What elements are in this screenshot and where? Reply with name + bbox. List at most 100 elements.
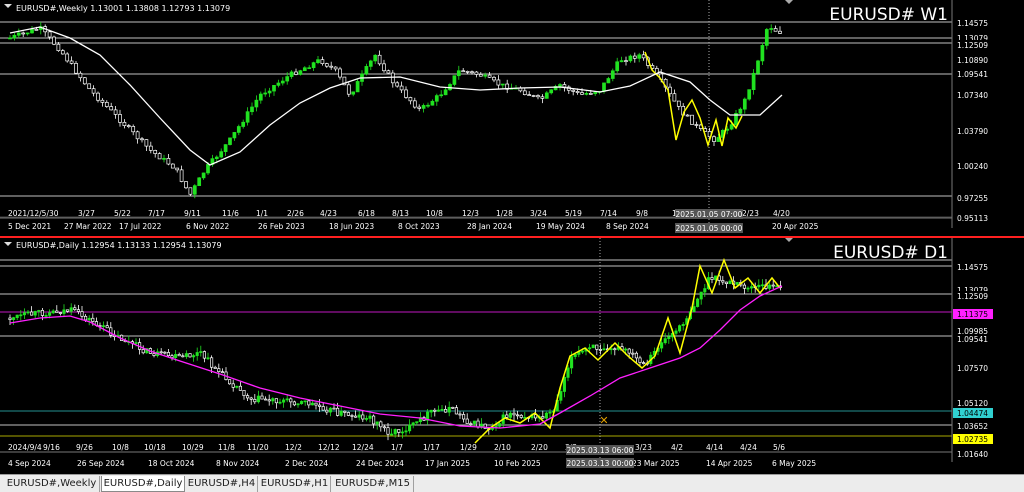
candlestick-body [627, 348, 631, 354]
candlestick-body [76, 309, 80, 312]
candlestick-body [500, 83, 505, 86]
candlestick-body [74, 63, 78, 74]
candlestick-body [276, 82, 281, 86]
time-axis-label: 19 May 2024 [536, 222, 585, 231]
time-axis-label: 28 Jan 2024 [467, 222, 512, 231]
candlestick-body [674, 330, 678, 334]
candlestick-body [192, 185, 197, 195]
candlestick-body [258, 93, 263, 101]
daily-chart-panel[interactable]: ✕ EURUSD#,Daily 1.12954 1.13133 1.12954 … [0, 238, 1024, 474]
candlestick-body [285, 398, 289, 401]
tab-eurusd-m15[interactable]: EURUSD#,M15 [332, 476, 414, 492]
candlestick-body [390, 72, 395, 84]
date-scale-label: 2024/9/4 [8, 443, 42, 452]
candlestick-body [696, 298, 700, 307]
tab-eurusd-weekly[interactable]: EURUSD#,Weekly [4, 476, 100, 492]
candlestick-body [289, 71, 294, 77]
candlestick-body [472, 420, 476, 424]
candlestick-body [540, 96, 545, 99]
candlestick-body [292, 401, 296, 406]
date-scale-label: 2/10 [494, 443, 511, 452]
candlestick-body [253, 398, 257, 403]
candlestick-body [508, 412, 512, 418]
time-axis-label: 20 Apr 2025 [772, 222, 819, 231]
date-scale-label: 11/8 [218, 443, 235, 452]
date-scale-label: 2/23 [742, 209, 759, 218]
candlestick-body [634, 352, 638, 359]
candlestick-body [613, 348, 617, 351]
date-scale-label: 5/6 [773, 443, 785, 452]
date-scale-label: 1/7 [391, 443, 403, 452]
candlestick-body [610, 70, 615, 79]
candlestick-body [157, 153, 162, 160]
crosshair-date-label: 2025.01.05 00:00 [676, 224, 743, 233]
candlestick-body [267, 399, 271, 402]
candlestick-body [15, 314, 19, 318]
candlestick-body [571, 89, 576, 92]
candlestick-body [80, 311, 84, 317]
candlestick-body [30, 28, 34, 34]
time-axis-label: 10 Feb 2025 [494, 459, 541, 468]
weekly-chart-panel[interactable]: EURUSD#,Weekly 1.13001 1.13808 1.12793 1… [0, 0, 1024, 236]
candlestick-body [750, 286, 754, 289]
candlestick-body [174, 354, 178, 358]
candlestick-body [325, 409, 329, 413]
date-scale-label: 9/26 [76, 443, 93, 452]
candlestick-body [228, 137, 232, 145]
candlestick-body [712, 136, 716, 142]
candlestick-body [663, 338, 667, 344]
candlestick-body [681, 324, 685, 326]
candlestick-body [249, 397, 253, 400]
date-scale-label: 4/20 [773, 209, 790, 218]
candlestick-body [22, 312, 26, 316]
candlestick-body [382, 426, 386, 429]
candlestick-body [285, 76, 290, 82]
candlestick-body [102, 325, 106, 328]
chart-info-text: EURUSD#,Daily 1.12954 1.13133 1.12954 1.… [16, 241, 222, 250]
candlestick-body [254, 99, 259, 108]
candlestick-body [87, 83, 92, 90]
cross-marker-icon: ✕ [599, 414, 608, 427]
price-scale-label: 1.12509 [957, 41, 988, 50]
candlestick-body [632, 55, 637, 59]
candlestick-body [219, 151, 224, 158]
crosshair-time-label: 2025.03.13 06:00 [567, 446, 634, 455]
candlestick-body [179, 169, 184, 182]
candlestick-body [135, 131, 140, 140]
candlestick-body [104, 102, 109, 107]
candlestick-body [303, 400, 307, 403]
date-scale-label: 8/13 [392, 209, 409, 218]
time-axis-label: 18 Oct 2024 [148, 459, 195, 468]
candlestick-body [527, 94, 532, 96]
time-axis-label: 26 Sep 2024 [77, 459, 125, 468]
candlestick-body [217, 368, 221, 373]
candlestick-body [8, 37, 12, 40]
candlestick-body [166, 352, 170, 356]
candlestick-body [692, 306, 696, 313]
candlestick-body [231, 383, 235, 388]
candlestick-body [769, 28, 774, 30]
candlestick-body [100, 99, 105, 103]
candlestick-body [47, 31, 52, 38]
candlestick-body [591, 344, 595, 349]
candlestick-body [271, 398, 275, 402]
candlestick-body [87, 317, 91, 321]
date-scale-label: 1/1 [256, 209, 268, 218]
candlestick-body [188, 353, 192, 358]
candlestick-body [570, 356, 574, 369]
candlestick-body [69, 307, 73, 312]
candlestick-body [96, 92, 100, 101]
candlestick-body [412, 100, 417, 108]
date-scale-label: 11/6 [222, 209, 239, 218]
candlestick-body [364, 66, 369, 75]
candlestick-body [131, 126, 136, 133]
tab-eurusd-h4[interactable]: EURUSD#,H4 [186, 476, 258, 492]
tab-eurusd-h1[interactable]: EURUSD#,H1 [259, 476, 331, 492]
candlestick-body [411, 422, 415, 426]
candlestick-body [444, 408, 448, 413]
candlestick-body [213, 366, 217, 369]
tab-eurusd-daily[interactable]: EURUSD#,Daily [101, 476, 185, 492]
candlestick-body [300, 401, 304, 405]
candlestick-body [436, 409, 440, 412]
time-axis-label: 27 Mar 2022 [64, 222, 112, 231]
